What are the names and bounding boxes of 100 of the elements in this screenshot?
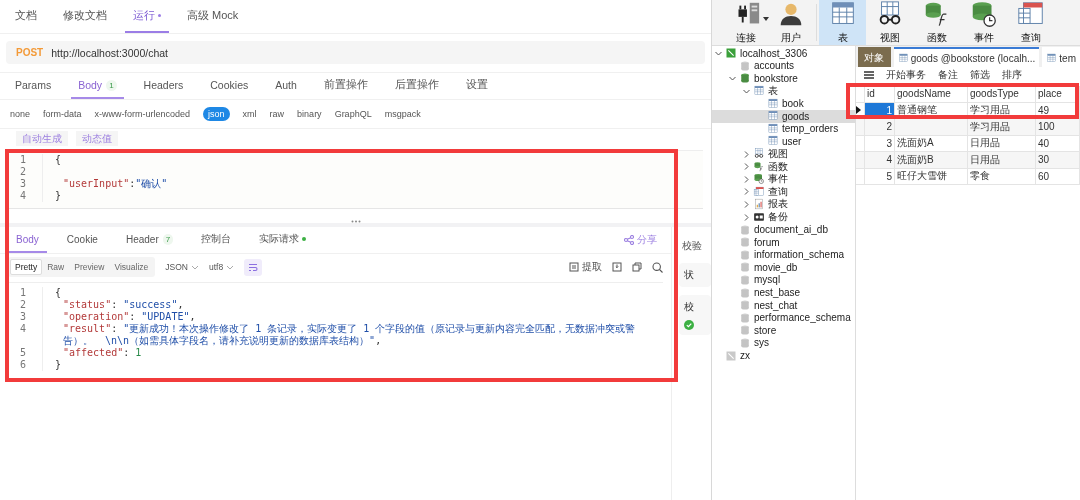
tree-item[interactable]: document_ai_db xyxy=(712,223,855,236)
view-mode-tab[interactable]: Raw xyxy=(42,259,70,275)
request-tab[interactable]: Params xyxy=(8,73,59,99)
toolbar-button[interactable]: 事件 xyxy=(960,0,1007,45)
tree-item[interactable]: information_schema xyxy=(712,248,855,262)
column-header[interactable]: goodsType xyxy=(968,86,1036,102)
document-tab[interactable]: 文档 xyxy=(7,0,45,33)
editor-tab[interactable]: tem xyxy=(1042,47,1080,67)
toolbar-button[interactable]: 查询 xyxy=(1007,0,1054,45)
event-icon xyxy=(753,173,765,186)
wrap-lines-button[interactable] xyxy=(244,258,263,276)
body-type-option[interactable]: form-data xyxy=(43,109,82,119)
view-mode-tab[interactable]: Preview xyxy=(69,259,110,275)
tree-item[interactable]: performance_schema xyxy=(712,311,855,325)
tree-item[interactable]: bookstore xyxy=(712,72,855,85)
column-header[interactable]: place xyxy=(1036,86,1080,102)
table-cell: 5 xyxy=(865,168,895,184)
toolbar-button[interactable]: 表 xyxy=(819,0,866,45)
table-cell: 60 xyxy=(1036,168,1080,184)
toolbar-button[interactable]: 排序 xyxy=(1002,68,1022,82)
toolbar-button[interactable]: 开始事务 xyxy=(886,68,926,82)
encoding-dropdown[interactable]: utf8 xyxy=(209,262,235,272)
document-tab[interactable]: 高级 Mock xyxy=(179,0,247,33)
count-badge: 1 xyxy=(106,79,117,91)
tree-item[interactable]: sys xyxy=(712,336,855,350)
body-type-option[interactable]: xml xyxy=(242,109,257,119)
toolbar-button[interactable]: 筛选 xyxy=(970,68,990,82)
copy-button[interactable] xyxy=(632,262,642,272)
url-field[interactable]: POST http://localhost:3000/chat xyxy=(6,41,705,64)
body-type-option[interactable]: none xyxy=(10,109,31,119)
search-button[interactable] xyxy=(652,261,663,273)
editor-tab[interactable]: goods @bookstore (localh... xyxy=(893,47,1040,67)
table-cell: 日用品 xyxy=(968,152,1036,168)
table-icon xyxy=(767,110,779,123)
column-header[interactable]: id xyxy=(865,86,895,102)
format-dropdown[interactable]: JSON xyxy=(165,262,199,272)
body-type-option[interactable]: msgpack xyxy=(384,109,421,119)
response-tab[interactable]: Header 7 xyxy=(117,227,182,253)
toolbar-button[interactable]: 视图 xyxy=(866,0,913,45)
toolbar-button[interactable]: 备注 xyxy=(938,68,958,82)
tree-item[interactable]: 报表 xyxy=(712,198,855,211)
copy-icon xyxy=(632,262,642,272)
request-tab[interactable]: Cookies xyxy=(203,73,256,99)
line-number: 5 xyxy=(19,347,28,359)
tree-item[interactable]: localhost_3306 xyxy=(712,47,855,60)
tree-item[interactable]: 函数 xyxy=(712,160,855,173)
view-mode-tab[interactable]: Visualize xyxy=(109,259,154,275)
tree-item[interactable]: book xyxy=(712,97,855,110)
toolbar-button[interactable]: 函数 xyxy=(913,0,960,45)
body-type-option[interactable]: GraphQL xyxy=(334,109,372,119)
search-icon xyxy=(652,261,663,273)
body-type-option[interactable]: raw xyxy=(269,109,285,119)
database-icon xyxy=(739,311,751,324)
table-row[interactable]: 4 洗面奶B 日用品 30 xyxy=(856,152,1080,169)
response-tab[interactable]: 实际请求 xyxy=(251,227,315,253)
table-cell: 日用品 xyxy=(968,135,1036,151)
tree-item[interactable]: zx xyxy=(712,349,855,362)
toolbar-button[interactable]: 连接 xyxy=(722,0,769,45)
request-tab[interactable]: 设置 xyxy=(458,73,495,99)
body-type-option[interactable]: json xyxy=(203,107,230,121)
document-tab[interactable]: 运行 xyxy=(125,0,169,33)
extract-button[interactable]: 提取 xyxy=(569,260,602,274)
response-tab[interactable]: Body xyxy=(8,227,47,253)
tree-item[interactable]: 备份 xyxy=(712,210,855,224)
table-row[interactable]: 5 旺仔大雪饼 零食 60 xyxy=(856,168,1080,185)
response-tab[interactable]: Cookie xyxy=(58,227,106,253)
share-link[interactable]: 分享 xyxy=(624,227,657,253)
tree-item[interactable]: mysql xyxy=(712,273,855,287)
editor-tab[interactable]: 对象 xyxy=(858,47,891,67)
request-tab[interactable]: Headers xyxy=(136,73,191,99)
tree-item[interactable]: temp_orders xyxy=(712,122,855,136)
tree-item[interactable]: store xyxy=(712,324,855,337)
document-tab[interactable]: 修改文档 xyxy=(55,0,115,33)
tree-item[interactable]: accounts xyxy=(712,59,855,73)
tree-item[interactable]: 事件 xyxy=(712,172,855,186)
request-tab[interactable]: 后置操作 xyxy=(387,73,446,99)
chevron-down-icon xyxy=(715,49,722,57)
database-icon xyxy=(739,336,751,349)
view-mode-tab[interactable]: Pretty xyxy=(10,259,43,275)
table-icon xyxy=(767,97,779,110)
save-button[interactable] xyxy=(612,262,622,272)
request-tab[interactable]: Auth xyxy=(268,73,304,99)
tree-item[interactable]: nest_chat xyxy=(712,298,855,312)
request-tab[interactable]: Body 1 xyxy=(71,73,124,99)
tree-item[interactable]: goods xyxy=(712,109,855,123)
tree-item[interactable]: 视图 xyxy=(712,147,855,161)
table-row[interactable]: 2 学习用品 100 xyxy=(856,119,1080,136)
toolbar-button[interactable]: 用户 xyxy=(767,0,814,45)
body-type-option[interactable]: binary xyxy=(297,109,322,119)
tree-item[interactable]: 查询 xyxy=(712,185,855,199)
body-type-option[interactable]: x-www-form-urlencoded xyxy=(94,109,191,119)
tree-item[interactable]: 表 xyxy=(712,84,855,98)
table-cell: 4 xyxy=(865,152,895,168)
response-tab[interactable]: 控制台 xyxy=(193,227,240,253)
tree-item[interactable]: forum xyxy=(712,235,855,249)
tree-item[interactable]: user xyxy=(712,135,855,148)
request-tab[interactable]: 前置操作 xyxy=(316,73,375,99)
tree-item[interactable]: movie_db xyxy=(712,261,855,274)
column-header[interactable]: goodsName xyxy=(895,86,968,102)
tree-item[interactable]: nest_base xyxy=(712,286,855,299)
